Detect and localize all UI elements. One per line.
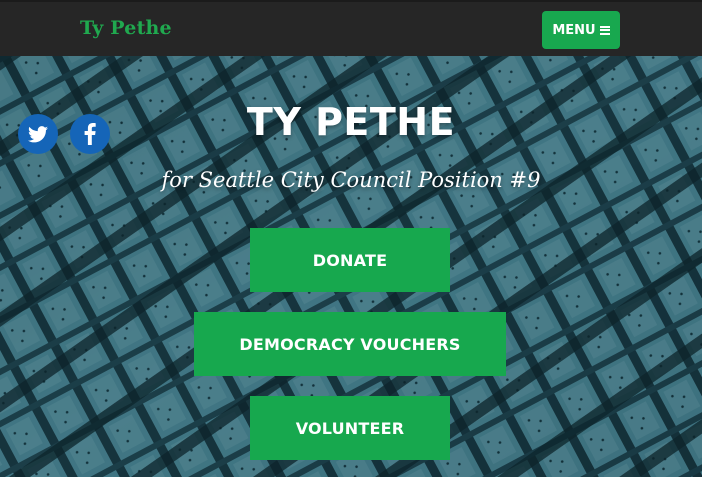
hero-subtitle: for Seattle City Council Position #9 bbox=[161, 168, 541, 192]
volunteer-button[interactable]: VOLUNTEER bbox=[250, 396, 450, 460]
hamburger-icon bbox=[599, 25, 610, 35]
hero-section: TY PETHE for Seattle City Council Positi… bbox=[0, 56, 702, 477]
top-navbar: Ty Pethe MENU bbox=[0, 0, 702, 56]
site-brand[interactable]: Ty Pethe bbox=[80, 17, 172, 39]
democracy-vouchers-button[interactable]: DEMOCRACY VOUCHERS bbox=[194, 312, 506, 376]
menu-button[interactable]: MENU bbox=[542, 11, 620, 49]
hero-title: TY PETHE bbox=[246, 100, 456, 144]
menu-label: MENU bbox=[552, 22, 596, 38]
donate-button[interactable]: DONATE bbox=[250, 228, 450, 292]
